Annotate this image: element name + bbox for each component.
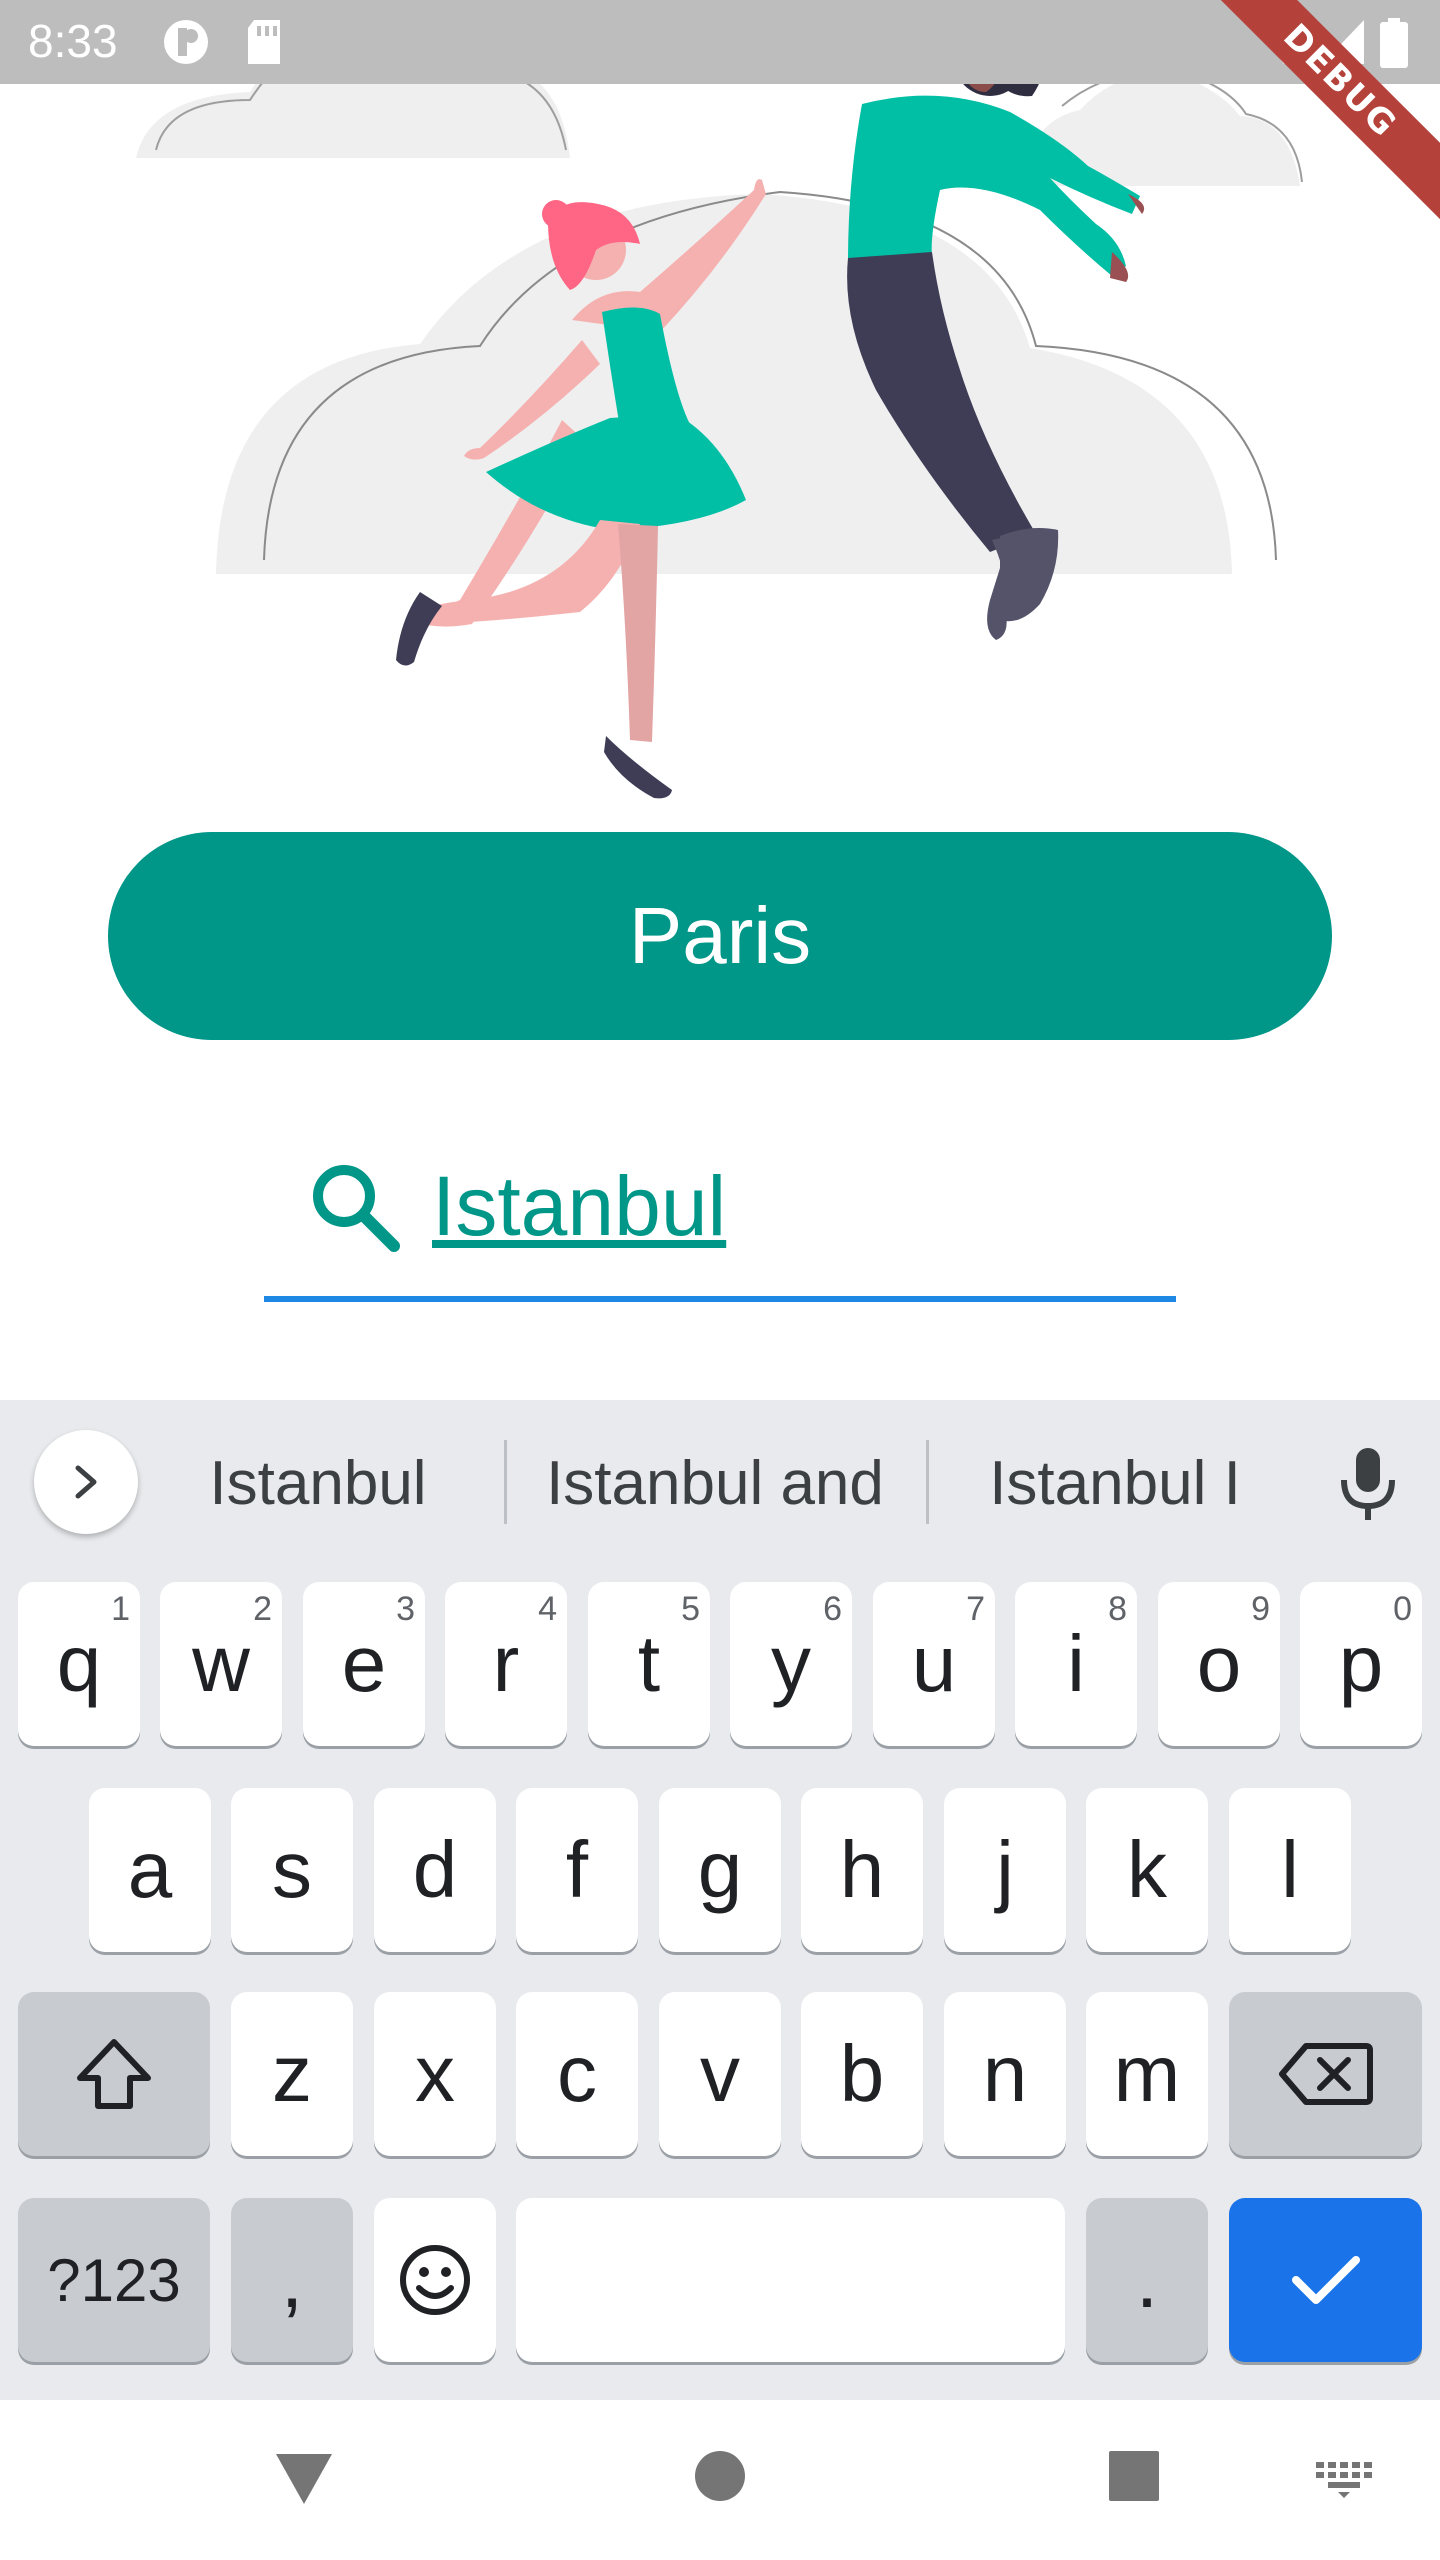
emoji-key[interactable] (374, 2198, 496, 2362)
dancing-couple-illustration (136, 12, 1303, 799)
key-c[interactable]: c (516, 1992, 638, 2156)
key-label: w (192, 1619, 250, 1708)
key-h[interactable]: h (801, 1788, 923, 1952)
suggestion-1[interactable]: Istanbul (168, 1444, 468, 1524)
suggestion-divider (504, 1440, 507, 1524)
search-field[interactable] (264, 1120, 1176, 1302)
key-x[interactable]: x (374, 1992, 496, 2156)
suggestion-3[interactable]: Istanbul I (950, 1444, 1280, 1524)
key-z[interactable]: z (231, 1992, 353, 2156)
status-time: 8:33 (28, 15, 118, 67)
search-icon (313, 1165, 400, 1252)
key-w[interactable]: w2 (160, 1582, 282, 1746)
done-key[interactable] (1229, 2198, 1422, 2362)
checkmark-icon (1291, 2256, 1360, 2304)
battery-icon (1380, 18, 1408, 68)
key-label: o (1196, 1619, 1242, 1708)
key-hint: 6 (823, 1590, 842, 1628)
key-i[interactable]: i8 (1015, 1582, 1137, 1746)
back-icon[interactable] (274, 2450, 334, 2506)
key-label: t (637, 1619, 661, 1708)
key-v[interactable]: v (659, 1992, 781, 2156)
key-b[interactable]: b (801, 1992, 923, 2156)
status-bar: 8:33 (0, 0, 1440, 84)
chevron-right-icon (75, 1465, 97, 1499)
microphone-icon[interactable] (1336, 1444, 1400, 1524)
search-input[interactable] (432, 1136, 1152, 1276)
keyboard: Istanbul Istanbul and Istanbul I q1 w2 e… (0, 1400, 1440, 2400)
key-hint: 3 (396, 1590, 415, 1628)
key-n[interactable]: n (944, 1992, 1066, 2156)
key-label: u (911, 1619, 957, 1708)
key-o[interactable]: o9 (1158, 1582, 1280, 1746)
key-label: p (1338, 1619, 1384, 1708)
key-g[interactable]: g (659, 1788, 781, 1952)
key-p[interactable]: p0 (1300, 1582, 1422, 1746)
key-label: e (341, 1619, 387, 1708)
key-label: i (1067, 1619, 1085, 1708)
key-label: r (492, 1619, 520, 1708)
key-t[interactable]: t5 (588, 1582, 710, 1746)
suggestion-bar: Istanbul Istanbul and Istanbul I (0, 1400, 1440, 1560)
symbols-key[interactable]: ?123 (18, 2198, 210, 2362)
navigation-bar (0, 2400, 1440, 2560)
key-s[interactable]: s (231, 1788, 353, 1952)
shift-key[interactable] (18, 1992, 210, 2156)
key-hint: 1 (111, 1590, 130, 1628)
backspace-icon (1278, 2043, 1373, 2105)
key-r[interactable]: r4 (445, 1582, 567, 1746)
key-a[interactable]: a (89, 1788, 211, 1952)
backspace-key[interactable] (1229, 1992, 1422, 2156)
key-y[interactable]: y6 (730, 1582, 852, 1746)
key-m[interactable]: m (1086, 1992, 1208, 2156)
key-label: q (56, 1619, 102, 1708)
home-icon[interactable] (694, 2450, 746, 2502)
keyboard-switch-icon[interactable] (1316, 2462, 1372, 2498)
city-button[interactable]: Paris (108, 832, 1332, 1040)
key-d[interactable]: d (374, 1788, 496, 1952)
key-j[interactable]: j (944, 1788, 1066, 1952)
key-f[interactable]: f (516, 1788, 638, 1952)
key-hint: 8 (1108, 1590, 1127, 1628)
comma-key[interactable]: , (231, 2198, 353, 2362)
key-l[interactable]: l (1229, 1788, 1351, 1952)
key-e[interactable]: e3 (303, 1582, 425, 1746)
emoji-icon (400, 2245, 470, 2315)
key-k[interactable]: k (1086, 1788, 1208, 1952)
key-label: y (771, 1619, 811, 1708)
key-hint: 2 (253, 1590, 272, 1628)
key-hint: 9 (1251, 1590, 1270, 1628)
suggestion-2[interactable]: Istanbul and (520, 1444, 910, 1524)
suggestion-expand-button[interactable] (34, 1430, 138, 1534)
space-key[interactable] (516, 2198, 1065, 2362)
suggestion-divider (926, 1440, 929, 1524)
sd-card-icon (248, 20, 280, 64)
key-hint: 0 (1393, 1590, 1412, 1628)
period-key[interactable]: . (1086, 2198, 1208, 2362)
shift-icon (77, 2039, 151, 2109)
key-q[interactable]: q1 (18, 1582, 140, 1746)
key-hint: 5 (681, 1590, 700, 1628)
key-u[interactable]: u7 (873, 1582, 995, 1746)
key-hint: 7 (966, 1590, 985, 1628)
app-notification-icon (164, 20, 208, 64)
recents-icon[interactable] (1108, 2450, 1160, 2502)
key-hint: 4 (538, 1590, 557, 1628)
